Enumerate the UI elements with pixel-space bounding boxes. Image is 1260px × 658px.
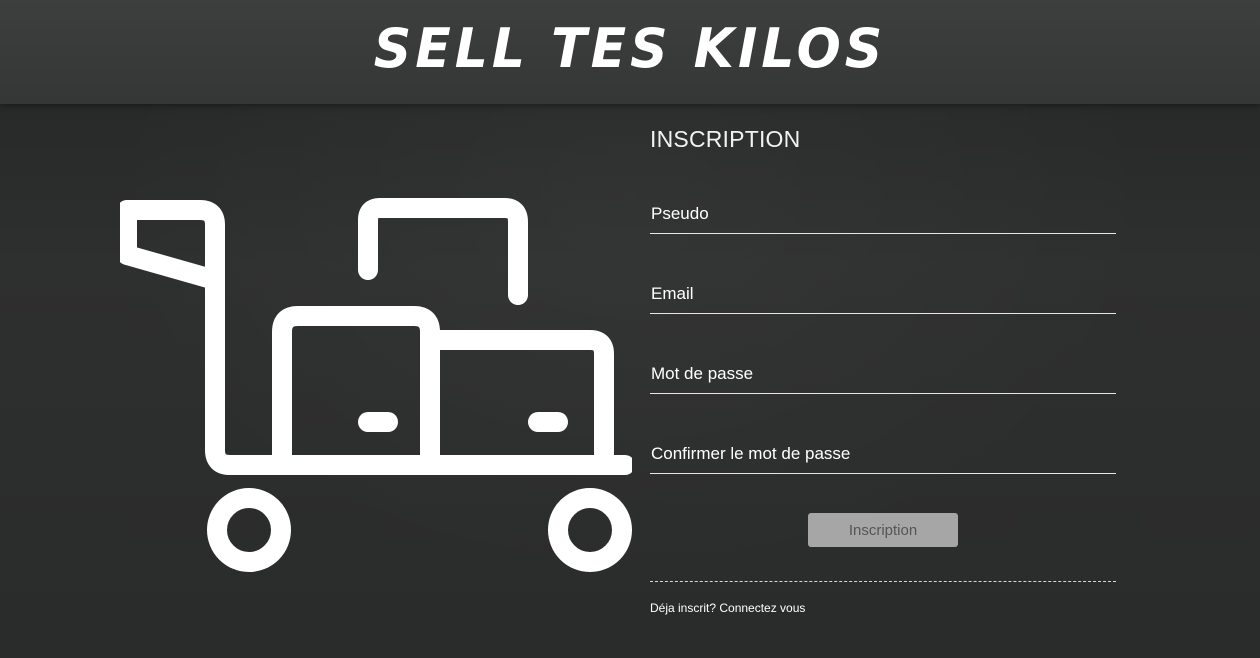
confirm-password-field (650, 437, 1118, 474)
email-field (650, 277, 1118, 314)
pseudo-input[interactable] (650, 201, 1118, 227)
header-bar: SELL TES KILOS (0, 0, 1260, 104)
password-input[interactable] (650, 361, 1118, 387)
pseudo-field (650, 197, 1118, 234)
form-title: INSCRIPTION (650, 126, 801, 152)
confirm-password-input[interactable] (650, 441, 1118, 467)
luggage-trolley-icon (120, 198, 632, 572)
page: SELL TES KILOS INSCRIPTION Pseudo Email … (0, 0, 1260, 658)
login-link[interactable]: Déja inscrit? Connectez vous (650, 601, 805, 615)
email-input[interactable] (650, 281, 1118, 307)
site-logo-title[interactable]: SELL TES KILOS (0, 15, 1260, 82)
divider (650, 581, 1116, 582)
password-field (650, 357, 1118, 394)
inscription-button[interactable]: Inscription (808, 513, 958, 547)
